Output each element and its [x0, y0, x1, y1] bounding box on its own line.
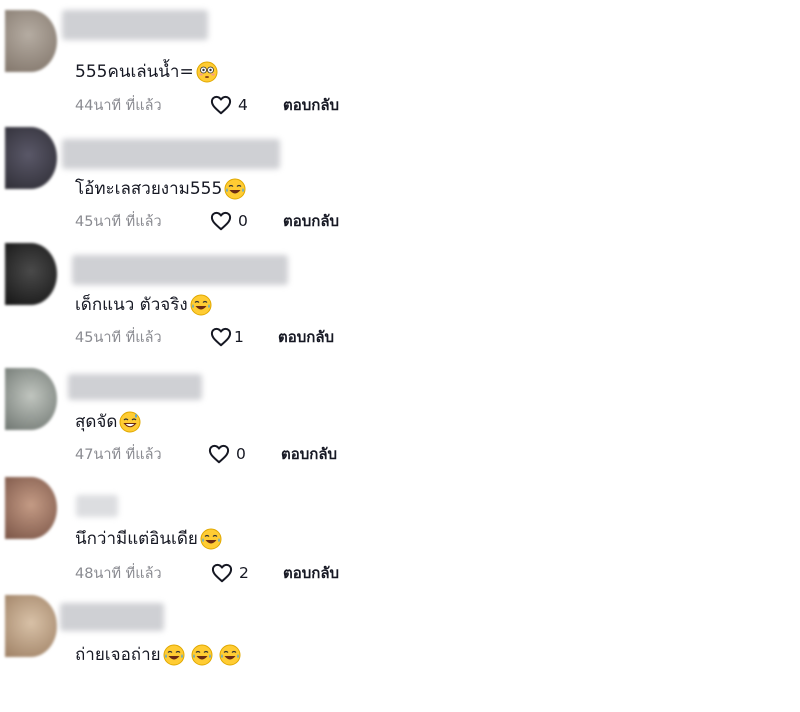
comment-time: 44นาที ที่แล้ว [75, 97, 162, 114]
comment-text: โอ้ทะเลสวยงาม555 [75, 175, 246, 202]
username-blurred[interactable] [76, 495, 118, 517]
username-blurred[interactable] [62, 139, 280, 169]
comment-time: 48นาที ที่แล้ว [75, 565, 162, 582]
tears-of-joy-emoji-icon [190, 294, 212, 315]
reply-button[interactable]: ตอบกลับ [281, 442, 337, 466]
comment-item: ถ่ายเจอถ่าย [0, 595, 800, 712]
avatar[interactable] [5, 368, 57, 430]
avatar[interactable] [5, 10, 57, 72]
like-button[interactable]: 0 [210, 209, 248, 233]
comment-text-content: โอ้ทะเลสวยงาม555 [75, 179, 223, 199]
comment-text: 555คนเล่นน้ำ= [75, 58, 218, 85]
comment-meta: 45นาที ที่แล้ว 1 ตอบกลับ [75, 325, 334, 349]
heart-icon [210, 211, 232, 231]
tears-of-joy-emoji-icon [191, 644, 213, 665]
tears-of-joy-emoji-icon [163, 644, 185, 665]
like-count: 0 [238, 212, 248, 230]
comment-text: ถ่ายเจอถ่าย [75, 641, 241, 668]
comment-meta: 47นาที ที่แล้ว 0 ตอบกลับ [75, 442, 337, 466]
heart-icon [211, 563, 233, 583]
username-blurred[interactable] [68, 374, 202, 400]
comment-text: เด็กแนว ตัวจริง [75, 291, 212, 318]
tears-of-joy-emoji-icon [200, 528, 222, 549]
reply-button[interactable]: ตอบกลับ [283, 561, 339, 585]
comment-meta: 45นาที ที่แล้ว 0 ตอบกลับ [75, 209, 339, 233]
like-count: 2 [239, 564, 249, 582]
like-button[interactable]: 2 [211, 561, 249, 585]
avatar[interactable] [5, 595, 57, 657]
comment-item: เด็กแนว ตัวจริง 45นาที ที่แล้ว 1 ตอบกลับ [0, 243, 800, 360]
avatar[interactable] [5, 243, 57, 305]
username-blurred[interactable] [62, 10, 208, 40]
reply-button[interactable]: ตอบกลับ [283, 209, 339, 233]
like-button[interactable]: 4 [210, 93, 248, 117]
tears-of-joy-emoji-icon [224, 178, 246, 199]
flushed-face-emoji-icon [196, 61, 218, 82]
reply-button[interactable]: ตอบกลับ [283, 93, 339, 117]
heart-icon [208, 444, 230, 464]
like-button[interactable]: 1 [210, 325, 244, 349]
username-blurred[interactable] [60, 603, 164, 631]
comment-text-content: ถ่ายเจอถ่าย [75, 645, 161, 665]
like-count: 1 [234, 328, 244, 346]
comment-meta: 44นาที ที่แล้ว 4 ตอบกลับ [75, 93, 339, 117]
comment-text-content: 555คนเล่นน้ำ= [75, 62, 194, 82]
tears-of-joy-emoji-icon [219, 644, 241, 665]
like-count: 0 [236, 445, 246, 463]
comment-meta: 48นาที ที่แล้ว 2 ตอบกลับ [75, 561, 339, 585]
avatar[interactable] [5, 127, 57, 189]
comment-item: โอ้ทะเลสวยงาม555 45นาที ที่แล้ว 0 ตอบกลั… [0, 127, 800, 244]
comment-text-content: สุดจัด [75, 412, 118, 432]
like-count: 4 [238, 96, 248, 114]
avatar[interactable] [5, 477, 57, 539]
comment-text: นึกว่ามีแต่อินเดีย [75, 525, 222, 552]
heart-icon [210, 95, 232, 115]
comment-item: 555คนเล่นน้ำ= 44นาที ที่แล้ว 4 ตอบกลับ [0, 10, 800, 127]
comment-text-content: เด็กแนว ตัวจริง [75, 295, 188, 315]
comment-time: 45นาที ที่แล้ว [75, 213, 162, 230]
comment-text: สุดจัด [75, 408, 141, 435]
heart-icon [210, 327, 232, 347]
comment-time: 47นาที ที่แล้ว [75, 446, 162, 463]
like-button[interactable]: 0 [208, 442, 246, 466]
comment-text-content: นึกว่ามีแต่อินเดีย [75, 529, 198, 549]
grinning-sweat-emoji-icon [119, 411, 141, 432]
username-blurred[interactable] [72, 255, 288, 285]
comment-item: สุดจัด 47นาที ที่แล้ว 0 ตอบกลับ [0, 360, 800, 477]
comment-item: นึกว่ามีแต่อินเดีย 48นาที ที่แล้ว 2 ตอบก… [0, 477, 800, 594]
comment-time: 45นาที ที่แล้ว [75, 329, 162, 346]
reply-button[interactable]: ตอบกลับ [278, 325, 334, 349]
